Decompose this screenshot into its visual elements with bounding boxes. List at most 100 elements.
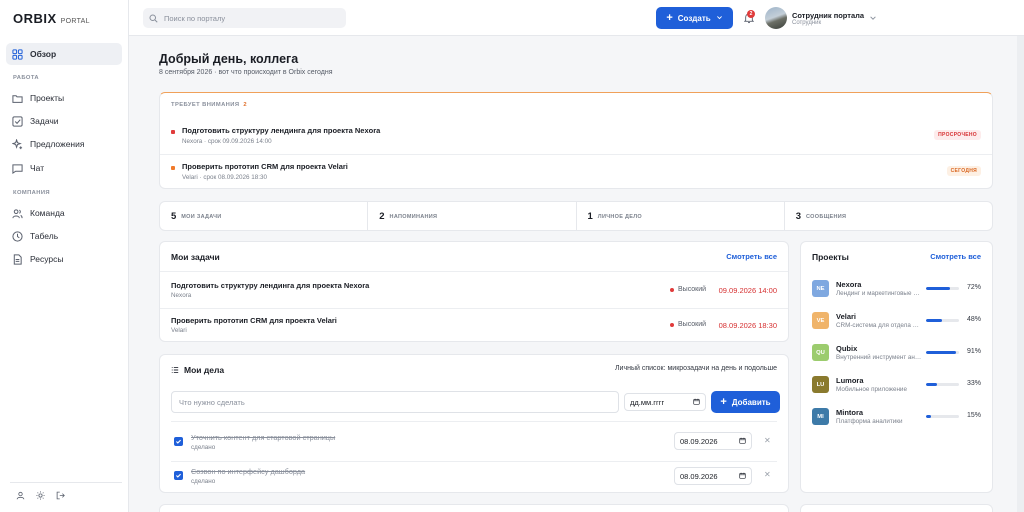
my-deals-card: Мои дела Личный список: микрозадачи на д… — [159, 354, 789, 493]
project-item-lumora[interactable]: LU Lumora Мобильное приложение 33% — [801, 372, 992, 404]
close-icon[interactable]: ✕ — [764, 470, 771, 479]
document-icon — [12, 253, 23, 265]
status-dot — [171, 166, 175, 170]
progress-bar — [926, 287, 959, 290]
sidebar-item-projects[interactable]: Проекты — [6, 87, 122, 109]
sidebar-item-label: Задачи — [30, 116, 59, 126]
card-title: Мои дела — [184, 365, 225, 375]
sidebar-item-team[interactable]: Команда — [6, 202, 122, 224]
plus-icon: + — [720, 396, 727, 408]
progress-percent: 72% — [966, 284, 981, 291]
stat-number: 2 — [379, 210, 385, 222]
profile-icon[interactable] — [16, 491, 25, 500]
attention-title: ТРЕБУЕТ ВНИМАНИЯ 2 — [171, 102, 247, 108]
create-button[interactable]: + Создать — [656, 7, 733, 29]
user-name[interactable]: Сотрудник портала — [792, 11, 864, 20]
project-item-qubix[interactable]: QU QubixВнутренний инструмент аналитики 91… — [801, 340, 992, 372]
attention-item[interactable]: Проверить прототип CRM для проекта Velar… — [160, 155, 992, 189]
divider — [171, 421, 777, 422]
list-item: Созвон по интерфейсу дашборда сделано 08… — [160, 461, 788, 494]
todo-checkbox[interactable] — [174, 437, 183, 446]
stat-number: 3 — [795, 210, 802, 222]
project-desc: Платформа аналитики — [836, 418, 903, 425]
progress-bar — [926, 351, 959, 354]
sidebar-item-proposals[interactable]: Предложения — [6, 133, 122, 155]
project-item-velari[interactable]: VE VelariCRM-система для отдела продаж 48% — [801, 308, 992, 340]
sparkle-icon — [12, 138, 23, 150]
project-item-nexora[interactable]: NE NexoraЛендинг и маркетинговые материал… — [801, 276, 992, 308]
todo-status: сделано — [191, 444, 216, 451]
users-icon — [12, 208, 23, 219]
todo-title: Уточнить контент для стартовой страницы — [191, 433, 336, 442]
checkbox-icon — [12, 115, 23, 127]
stat-personal[interactable]: 1 ЛИЧНОЕ ДЕЛО — [577, 202, 785, 230]
card-stub — [800, 504, 993, 512]
chevron-down-icon[interactable] — [869, 14, 877, 22]
sidebar-item-timesheet[interactable]: Табель — [6, 225, 122, 247]
priority-dot — [670, 322, 674, 327]
stat-label: СООБЩЕНИЯ — [806, 214, 847, 220]
stat-messages[interactable]: 3 СООБЩЕНИЯ — [785, 202, 992, 230]
todo-date: 08.09.2026 — [680, 436, 718, 446]
date-field[interactable]: 08.09.2026 — [674, 467, 752, 485]
my-tasks-card: Мои задачи Смотреть все Подготовить стру… — [159, 241, 789, 342]
list-icon — [171, 366, 179, 376]
avatar[interactable] — [765, 7, 787, 29]
project-desc: Мобильное приложение — [836, 386, 907, 393]
stat-reminders[interactable]: 2 НАПОМИНАНИЯ — [368, 202, 577, 230]
task-due: 09.09.2026 14:00 — [718, 286, 777, 295]
search-input[interactable] — [164, 13, 334, 23]
todo-status: сделано — [191, 478, 216, 485]
project-desc: CRM-система для отдела продаж — [836, 322, 922, 329]
theme-sun-icon[interactable] — [36, 491, 45, 500]
scrollbar[interactable] — [1017, 36, 1024, 512]
progress-fill — [926, 415, 931, 418]
sidebar-item-tasks[interactable]: Задачи — [6, 110, 122, 132]
project-name: Mintora — [836, 408, 864, 417]
date-field[interactable]: дд.мм.гггг — [624, 393, 706, 411]
search-icon — [149, 13, 158, 23]
notification-badge: 2 — [747, 10, 755, 18]
see-all-link[interactable]: Смотреть все — [930, 252, 981, 261]
search-box[interactable] — [143, 8, 346, 28]
status-badge: ПРОСРОЧЕНО — [934, 130, 981, 140]
sidebar-item-resources[interactable]: Ресурсы — [6, 248, 122, 270]
date-field[interactable]: 08.09.2026 — [674, 432, 752, 450]
priority-text: Высокий — [678, 321, 707, 328]
chat-icon — [12, 163, 23, 174]
project-avatar: NE — [812, 280, 829, 297]
progress-fill — [926, 383, 937, 386]
priority-label: Высокий — [670, 321, 706, 328]
page-subtitle: 8 сентября 2026 · вот что происходит в O… — [159, 69, 333, 76]
nav-section-company: КОМПАНИЯ — [13, 190, 50, 196]
project-desc: Внутренний инструмент аналитики — [836, 354, 922, 361]
attention-count: 2 — [243, 102, 248, 108]
progress-fill — [926, 351, 957, 354]
status-dot — [171, 130, 175, 134]
sidebar-item-overview[interactable]: Обзор — [6, 43, 122, 65]
table-row[interactable]: Подготовить структуру лендинга для проек… — [160, 272, 788, 308]
attention-item-title: Подготовить структуру лендинга для проек… — [182, 126, 381, 135]
create-button-label: Создать — [677, 13, 711, 23]
see-all-link[interactable]: Смотреть все — [726, 252, 777, 261]
todo-checkbox[interactable] — [174, 471, 183, 480]
close-icon[interactable]: ✕ — [764, 436, 771, 445]
progress-percent: 48% — [966, 316, 981, 323]
todo-title: Созвон по интерфейсу дашборда — [191, 467, 306, 476]
progress-percent: 91% — [966, 348, 981, 355]
stat-my-tasks[interactable]: 5 МОИ ЗАДАЧИ — [160, 202, 369, 230]
attention-item-sub: Velari · срок 08.09.2026 18:30 — [182, 174, 268, 181]
attention-item[interactable]: Подготовить структуру лендинга для проек… — [160, 119, 992, 153]
todo-input[interactable] — [171, 391, 619, 413]
attention-title-text: ТРЕБУЕТ ВНИМАНИЯ — [171, 102, 240, 108]
progress-bar — [926, 383, 959, 386]
logo-suffix: PORTAL — [60, 18, 90, 25]
logout-icon[interactable] — [56, 491, 65, 500]
add-todo-button[interactable]: + Добавить — [711, 391, 780, 413]
sidebar-item-chat[interactable]: Чат — [6, 157, 122, 179]
date-placeholder: дд.мм.гггг — [630, 397, 665, 407]
project-item-mintora[interactable]: MI Mintora Платформа аналитики 15% — [801, 404, 992, 436]
calendar-icon — [739, 472, 746, 481]
logo[interactable]: ORBIX PORTAL — [13, 11, 90, 26]
table-row[interactable]: Проверить прототип CRM для проекта Velar… — [160, 307, 788, 343]
